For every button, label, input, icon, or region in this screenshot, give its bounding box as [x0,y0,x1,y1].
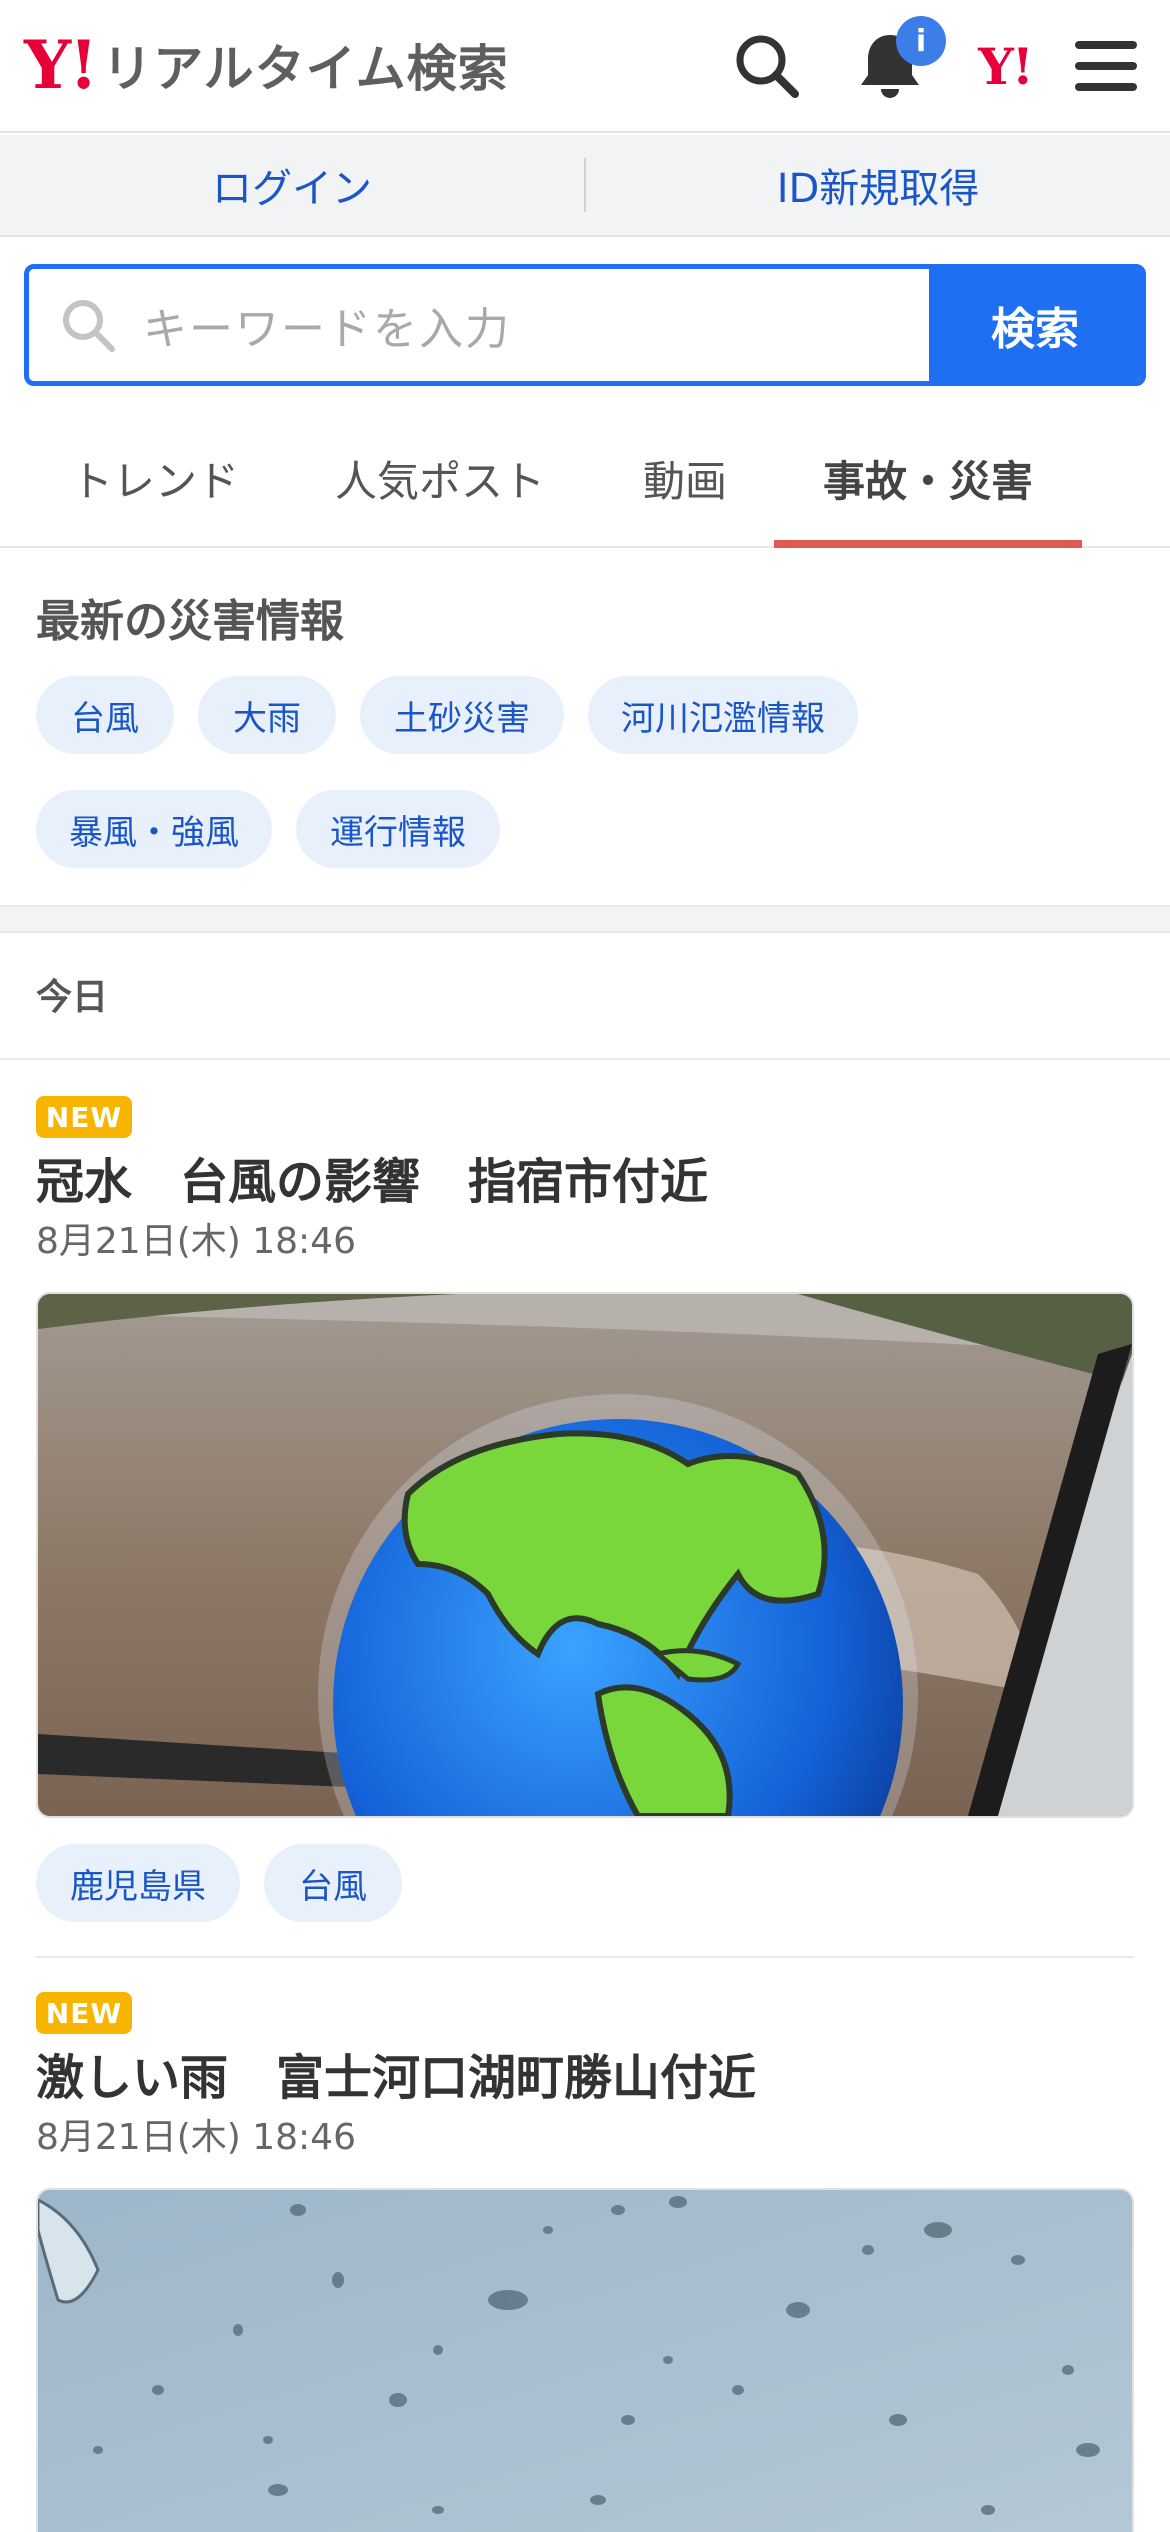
rain-window-image [38,2190,1132,2532]
day-divider [0,1058,1170,1060]
post-video-thumbnail[interactable] [36,1292,1134,1818]
logo-text: リアルタイム検索 [102,40,509,98]
notification-badge: i [896,16,946,66]
chip-transit-info[interactable]: 運行情報 [296,790,500,868]
disaster-info-title: 最新の災害情報 [36,596,344,647]
login-link[interactable]: ログイン [0,156,584,214]
yahoo-logo-icon: Y! [978,36,1034,96]
new-badge: NEW [36,1096,132,1138]
chip-tag-kagoshima[interactable]: 鹿児島県 [36,1844,240,1922]
search-bar: キーワードを入力 検索 [24,264,1146,386]
register-link[interactable]: ID新規取得 [586,156,1170,214]
search-icon [736,35,799,98]
chip-river-flood[interactable]: 河川氾濫情報 [588,676,858,754]
search-placeholder: キーワードを入力 [143,304,511,355]
app-header: Y! リアルタイム検索 i Y! [0,0,1170,133]
post-video-thumbnail[interactable] [36,2188,1134,2532]
search-input[interactable]: キーワードを入力 [29,269,929,381]
chip-storm-wind[interactable]: 暴風・強風 [36,790,272,868]
menu-icon [1075,41,1137,91]
tab-trend[interactable]: トレンド [40,410,270,546]
day-label: 今日 [36,977,109,1018]
tab-accident-disaster[interactable]: 事故・災害 [774,410,1082,548]
menu-button[interactable] [1068,30,1144,102]
search-field-icon [63,300,115,352]
chip-typhoon[interactable]: 台風 [36,676,174,754]
category-tabs: トレンド 人気ポスト 動画 事故・災害 [0,410,1170,548]
yahoo-home-button[interactable]: Y! [965,30,1045,102]
post-divider [36,1956,1134,1958]
chip-landslide[interactable]: 土砂災害 [360,676,564,754]
search-button[interactable] [730,24,804,108]
chip-tag-typhoon[interactable]: 台風 [264,1844,402,1922]
search-submit-button[interactable]: 検索 [929,269,1141,381]
post-timestamp: 8月21日(木) 18:46 [36,2117,356,2158]
yahoo-realtime-search-logo[interactable]: Y! リアルタイム検索 [24,30,509,100]
tab-video[interactable]: 動画 [610,410,760,546]
tab-popular-posts[interactable]: 人気ポスト [320,410,560,546]
yahoo-logo-mark: Y! [24,26,98,104]
section-divider [0,905,1170,933]
login-bar: ログイン ID新規取得 [0,135,1170,237]
post-timestamp: 8月21日(木) 18:46 [36,1221,356,1262]
flood-scene-image [38,1294,1132,1816]
post-title[interactable]: 冠水 台風の影響 指宿市付近 [36,1142,708,1212]
new-badge: NEW [36,1992,132,2034]
chip-heavy-rain[interactable]: 大雨 [198,676,336,754]
post-title[interactable]: 激しい雨 富士河口湖町勝山付近 [36,2038,756,2108]
